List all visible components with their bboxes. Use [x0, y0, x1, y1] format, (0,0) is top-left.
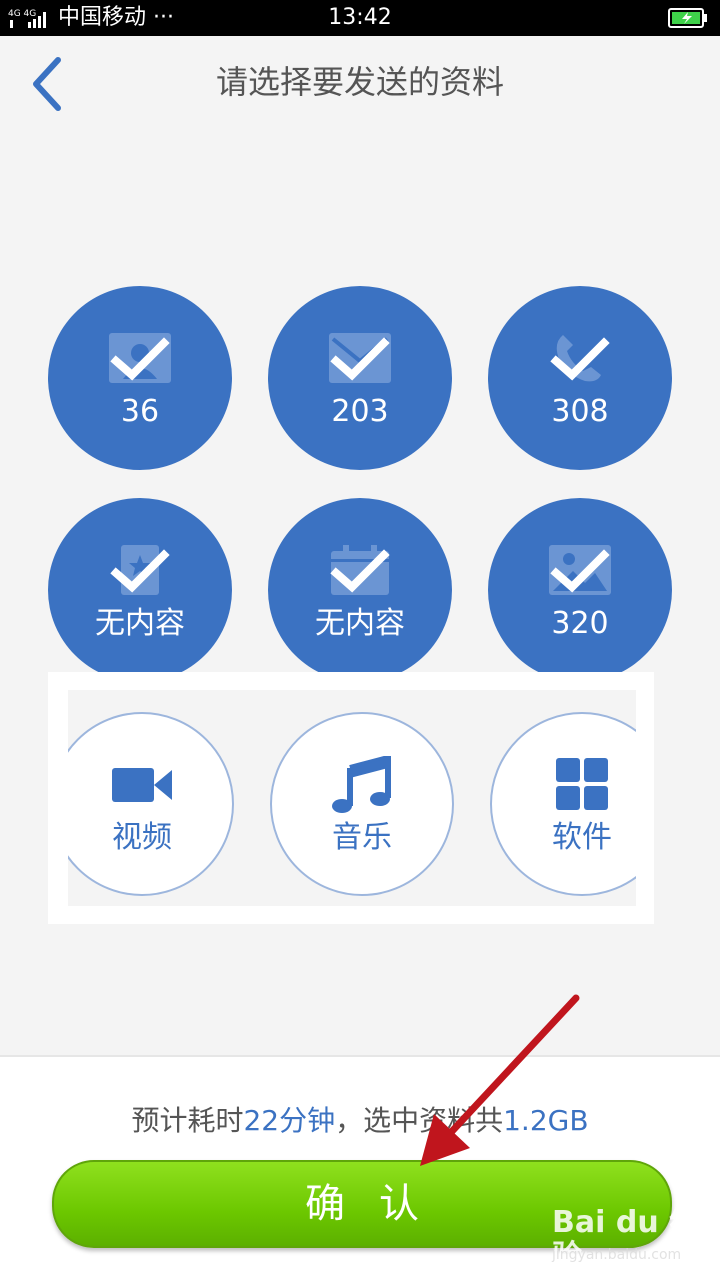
category-count: 无内容: [95, 606, 185, 641]
estimate-time: 22分钟: [243, 1104, 336, 1137]
page-title: 请选择要发送的资料: [215, 63, 504, 101]
estimate-middle: ，选中资料共: [335, 1104, 504, 1137]
transfer-estimate: 预计耗时22分钟，选中资料共1.2GB: [0, 1101, 720, 1141]
checkmark-icon: [550, 549, 610, 593]
baidu-watermark: Bai du 经验 jingyan.baidu.com: [552, 1200, 712, 1274]
category-count: 无内容: [315, 606, 405, 641]
status-bar: 4G 4G 中国移动 ··· 13:42: [0, 0, 720, 36]
category-calendar[interactable]: 无内容: [268, 498, 452, 682]
category-music[interactable]: 音乐: [270, 712, 454, 896]
category-label: 软件: [552, 820, 612, 855]
category-call-log[interactable]: 308: [488, 286, 672, 470]
checkmark-icon: [330, 337, 390, 381]
battery-icon: [668, 8, 707, 28]
category-video[interactable]: 视频: [68, 712, 234, 896]
category-bookmarks[interactable]: 无内容: [48, 498, 232, 682]
category-contacts[interactable]: 36: [48, 286, 232, 470]
category-label: 视频: [112, 820, 172, 855]
checkmark-icon: [330, 549, 390, 593]
estimate-size: 1.2GB: [503, 1104, 589, 1137]
category-count: 36: [120, 394, 160, 429]
unselected-categories-panel: 视频 音乐 软件: [48, 672, 654, 924]
category-messages[interactable]: 203: [268, 286, 452, 470]
category-photos[interactable]: 320: [488, 498, 672, 682]
category-label: 音乐: [332, 820, 392, 855]
category-count: 203: [331, 394, 389, 429]
estimate-prefix: 预计耗时: [131, 1104, 244, 1137]
video-icon: [112, 768, 172, 802]
category-count: 320: [551, 606, 609, 641]
category-count: 308: [551, 394, 609, 429]
header: 请选择要发送的资料: [0, 36, 720, 132]
category-apps[interactable]: 软件: [490, 712, 636, 896]
status-time: 13:42: [328, 5, 392, 30]
checkmark-icon: [550, 337, 610, 381]
watermark-url: jingyan.baidu.com: [552, 1247, 682, 1263]
checkmark-icon: [110, 549, 170, 593]
unselected-categories-scroller[interactable]: 视频 音乐 软件: [68, 690, 636, 906]
apps-icon: [556, 758, 608, 810]
checkmark-icon: [110, 337, 170, 381]
music-icon: [332, 756, 391, 813]
